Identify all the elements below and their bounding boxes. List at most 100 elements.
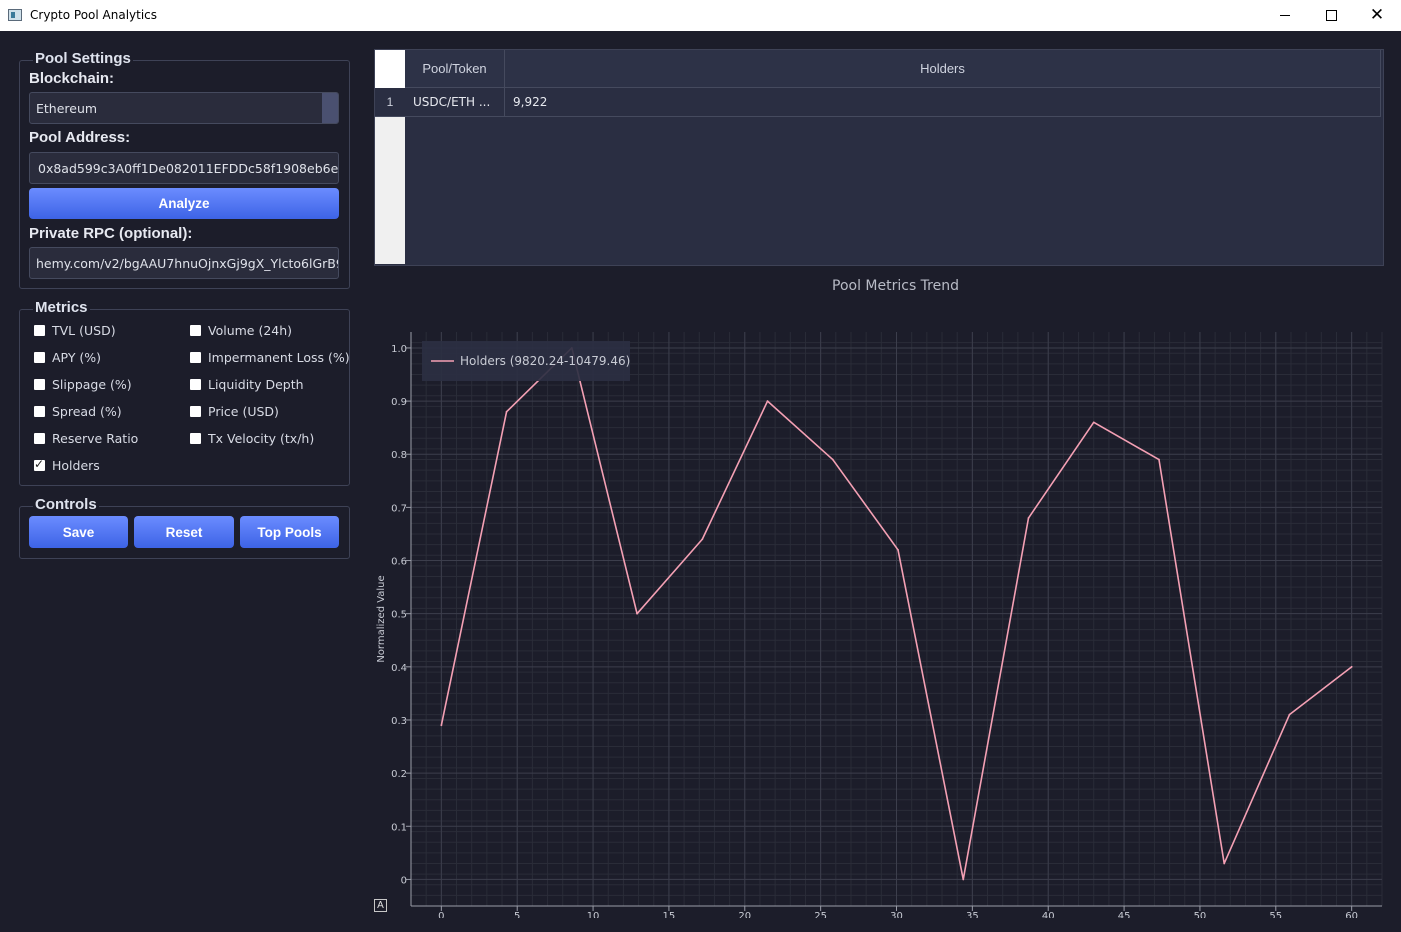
y-tick-label: 0.2 [391, 769, 407, 780]
data-point [1223, 862, 1226, 865]
data-point [505, 410, 508, 413]
x-tick-label: 15 [663, 911, 676, 918]
data-point [1350, 665, 1353, 668]
checkbox-label: Spread (%) [52, 404, 122, 419]
pool-address-value: 0x8ad599c3A0ff1De082011EFDDc58f1908eb6e6… [38, 160, 339, 176]
data-point [766, 400, 769, 402]
x-tick-label: 10 [587, 911, 600, 918]
x-tick-label: 35 [966, 911, 979, 918]
checkbox-liquidity-depth[interactable]: Liquidity Depth [190, 377, 304, 392]
minimize-button[interactable] [1262, 0, 1308, 31]
data-point [831, 458, 834, 461]
checkbox-tx-velocity[interactable]: Tx Velocity (tx/h) [190, 431, 314, 446]
checkbox-label: APY (%) [52, 350, 102, 365]
x-tick-label: 45 [1118, 911, 1131, 918]
chart-plot[interactable]: 0 5 10 15 20 25 30 35 40 45 50 55 60 0 0.1 0.2 0.3 0.4 0.5… [374, 296, 1401, 918]
data-point [897, 549, 899, 551]
checkbox-box[interactable] [190, 379, 201, 390]
pool-table: Pool/Token Holders 1 USDC/ETH ... 9,922 [374, 49, 1384, 266]
checkbox-volume[interactable]: Volume (24h) [190, 323, 292, 338]
blockchain-select[interactable]: Ethereum [29, 92, 339, 124]
blockchain-value: Ethereum [36, 100, 98, 116]
x-tick-label: 0 [438, 911, 444, 918]
data-point [962, 878, 965, 881]
checkbox-box[interactable] [190, 433, 201, 444]
app-icon [8, 9, 22, 21]
metrics-title: Metrics [33, 299, 90, 316]
data-point [1288, 713, 1291, 716]
auto-range-icon[interactable]: A [374, 899, 387, 912]
table-cell-holders[interactable]: 9,922 [505, 88, 1381, 117]
minimize-icon [1280, 15, 1290, 16]
y-tick-label: 1.0 [391, 344, 407, 355]
x-tick-label: 60 [1345, 911, 1358, 918]
chart-title: Pool Metrics Trend [832, 278, 959, 294]
pool-settings-title: Pool Settings [33, 50, 133, 67]
close-button[interactable]: ✕ [1354, 0, 1400, 31]
y-tick-label: 0.5 [391, 610, 407, 621]
data-point [440, 724, 443, 727]
checkbox-price[interactable]: Price (USD) [190, 404, 279, 419]
x-tick-label: 40 [1042, 911, 1055, 918]
pool-address-input[interactable]: 0x8ad599c3A0ff1De082011EFDDc58f1908eb6e6… [29, 152, 339, 184]
data-point [701, 538, 704, 541]
checkbox-label: Holders [52, 458, 100, 473]
reset-button[interactable]: Reset [134, 516, 234, 548]
y-tick-label: 0.4 [391, 663, 407, 674]
rpc-label: Private RPC (optional): [29, 225, 193, 242]
legend-label: Holders (9820.24-10479.46) [460, 354, 630, 368]
checkbox-reserve-ratio[interactable]: Reserve Ratio [34, 431, 138, 446]
analyze-button[interactable]: Analyze [29, 188, 339, 219]
main-area: Pool Settings Blockchain: Ethereum Pool … [0, 31, 1401, 932]
column-header-holders[interactable]: Holders [505, 50, 1381, 88]
checkbox-holders[interactable]: Holders [34, 457, 100, 473]
checkbox-tvl[interactable]: TVL (USD) [34, 323, 116, 338]
close-icon: ✕ [1369, 5, 1385, 25]
y-tick-label: 0.1 [391, 822, 407, 833]
blockchain-label: Blockchain: [29, 70, 115, 87]
checkbox-box-checked[interactable] [34, 457, 45, 471]
y-tick-label: 0.3 [391, 716, 407, 727]
data-point [1027, 517, 1030, 519]
checkbox-box[interactable] [34, 325, 45, 336]
y-axis-label: Normalized Value [376, 575, 387, 662]
checkbox-label: Price (USD) [208, 404, 279, 419]
checkbox-apy[interactable]: APY (%) [34, 350, 101, 365]
table-corner[interactable] [375, 50, 405, 88]
checkbox-box[interactable] [190, 406, 201, 417]
checkbox-label: Tx Velocity (tx/h) [208, 431, 315, 446]
row-header[interactable]: 1 [375, 88, 405, 117]
checkbox-impermanent-loss[interactable]: Impermanent Loss (%) [190, 350, 350, 365]
checkbox-label: TVL (USD) [52, 323, 116, 338]
x-tick-label: 5 [514, 911, 520, 918]
checkbox-box[interactable] [190, 352, 201, 363]
rpc-value: hemy.com/v2/bgAAU7hnuOjnxGj9gX_Ylcto6lGr… [36, 255, 339, 271]
checkbox-spread[interactable]: Spread (%) [34, 404, 122, 419]
data-point [1092, 421, 1095, 424]
maximize-button[interactable] [1308, 0, 1354, 31]
checkbox-box[interactable] [34, 406, 45, 417]
checkbox-box[interactable] [34, 379, 45, 390]
checkbox-label: Reserve Ratio [52, 431, 139, 446]
checkbox-box[interactable] [34, 352, 45, 363]
top-pools-button[interactable]: Top Pools [240, 516, 339, 548]
table-cell-pool[interactable]: USDC/ETH ... [405, 88, 505, 117]
data-point [1158, 458, 1160, 461]
checkbox-box[interactable] [34, 433, 45, 444]
rpc-input[interactable]: hemy.com/v2/bgAAU7hnuOjnxGj9gX_Ylcto6lGr… [29, 247, 339, 279]
checkbox-box[interactable] [190, 325, 201, 336]
column-header-pool[interactable]: Pool/Token [405, 50, 505, 88]
save-button[interactable]: Save [29, 516, 128, 548]
checkbox-slippage[interactable]: Slippage (%) [34, 377, 132, 392]
y-tick-label: 0.7 [391, 503, 407, 514]
y-tick-label: 0.9 [391, 397, 407, 408]
x-tick-label: 25 [814, 911, 827, 918]
y-tick-label: 0 [401, 875, 407, 886]
checkbox-label: Slippage (%) [52, 377, 132, 392]
y-tick-label: 0.6 [391, 557, 407, 568]
data-point [636, 612, 638, 615]
window-title: Crypto Pool Analytics [30, 8, 158, 22]
pool-address-label: Pool Address: [29, 129, 131, 146]
x-tick-label: 55 [1269, 911, 1282, 918]
dropdown-arrow-icon[interactable] [322, 93, 338, 123]
